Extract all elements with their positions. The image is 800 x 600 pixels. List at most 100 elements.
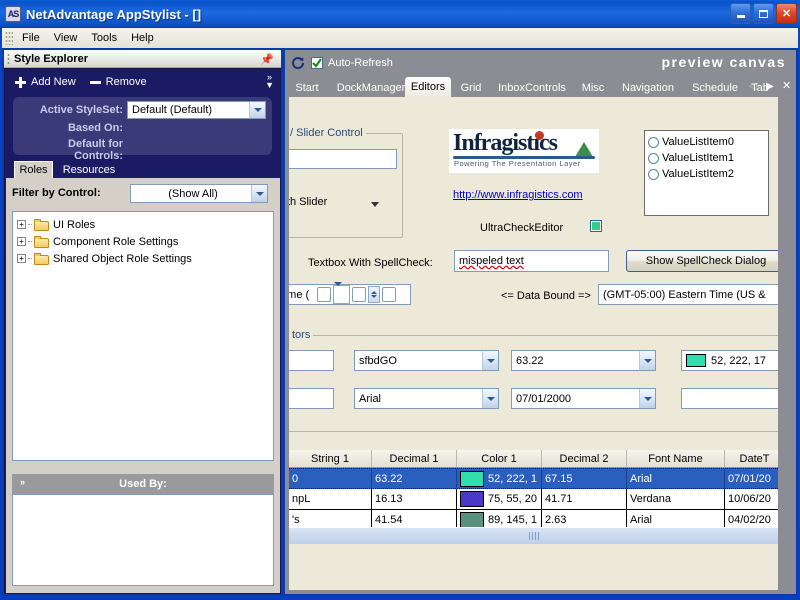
close-button[interactable]: ✕ <box>776 3 797 24</box>
menu-grip[interactable] <box>5 31 13 45</box>
tab-grid[interactable]: Grid <box>451 78 491 97</box>
spellcheck-textbox[interactable]: mispeled text <box>454 250 609 272</box>
grid-cell-fontname[interactable]: Verdana <box>627 489 725 509</box>
grid-cell-color[interactable]: 75, 55, 20 <box>457 489 542 509</box>
grid-header-cell[interactable]: DateT <box>725 450 778 467</box>
grid-header-cell[interactable]: Font Name <box>627 450 725 467</box>
menu-item-view[interactable]: View <box>47 30 85 46</box>
chevron-down-icon[interactable] <box>251 185 267 202</box>
tree-item-shared-object-role-settings[interactable]: + Shared Object Role Settings <box>13 250 273 267</box>
minimize-button[interactable] <box>730 3 751 24</box>
timezone-editor-right[interactable]: (GMT-05:00) Eastern Time (US & <box>598 284 778 305</box>
ultracheck-editor-checkbox[interactable] <box>590 220 602 232</box>
tab-inboxcontrols[interactable]: InboxControls <box>489 78 575 97</box>
editor-text-3[interactable]: _ <box>681 388 778 409</box>
grid-cell-string[interactable]: npL <box>289 489 372 509</box>
grid-header-cell[interactable]: String 1 <box>289 450 372 467</box>
editors-sample-form: / Slider Control 50 % utton with Slider … <box>289 97 778 590</box>
table-row[interactable]: npL 16.13 75, 55, 20 41.71 Verdana 10/06… <box>289 489 778 510</box>
show-spellcheck-dialog-button[interactable]: Show SpellCheck Dialog <box>626 250 778 272</box>
tab-roles[interactable]: Roles <box>14 161 53 178</box>
radio-icon[interactable] <box>648 153 659 164</box>
grid-cell-decimal2[interactable]: 41.71 <box>542 489 627 509</box>
expand-icon[interactable]: + <box>17 220 26 229</box>
radio-icon[interactable] <box>648 169 659 180</box>
chevron-double-down-icon[interactable]: » <box>20 478 25 486</box>
toolbar-overflow-icon[interactable]: »▼ <box>265 73 274 89</box>
timezone-button-1[interactable] <box>317 287 331 302</box>
editor-combo-date[interactable]: 07/01/2000 <box>511 388 656 409</box>
tab-close-button[interactable]: ✕ <box>782 81 791 91</box>
active-styleset-combo[interactable]: Default (Default) <box>127 101 266 119</box>
grid-horizontal-scrollbar[interactable] <box>289 527 778 544</box>
pin-icon[interactable]: 📌 <box>260 53 274 66</box>
roles-tree[interactable]: + UI Roles + Component Role Settings <box>12 211 274 461</box>
spinner-buttons[interactable] <box>368 286 380 303</box>
auto-refresh-checkbox[interactable] <box>311 57 323 69</box>
radio-icon[interactable] <box>648 137 659 148</box>
tab-misc[interactable]: Misc <box>573 78 613 97</box>
grid-header-cell[interactable]: Color 1 <box>457 450 542 467</box>
editor-text-2[interactable]: _67.15 <box>289 388 334 409</box>
filter-by-control-combo[interactable]: (Show All) <box>130 184 268 203</box>
grid-cell-datetime[interactable]: 10/06/20 <box>725 489 778 509</box>
button-with-slider-dropdown-icon[interactable] <box>371 202 379 207</box>
add-new-button[interactable]: Add New <box>15 76 76 88</box>
editor-combo-fontname[interactable]: Arial <box>354 388 499 409</box>
tree-connector <box>28 258 32 259</box>
value-list-item-1[interactable]: ValueListItem1 <box>648 150 768 166</box>
data-grid[interactable]: String 1 Decimal 1 Color 1 Decimal 2 Fon… <box>289 450 778 531</box>
menu-item-file[interactable]: File <box>15 30 47 46</box>
progress-slider-editor[interactable]: 50 % <box>289 149 397 169</box>
refresh-icon[interactable] <box>291 56 305 70</box>
expand-icon[interactable]: + <box>17 254 26 263</box>
tree-item-ui-roles[interactable]: + UI Roles <box>13 216 273 233</box>
window-title: NetAdvantage AppStylist - [] <box>26 7 201 22</box>
used-by-list[interactable] <box>12 494 274 586</box>
tab-prev-button[interactable]: ◁ <box>749 82 757 92</box>
chevron-down-icon[interactable] <box>482 389 498 408</box>
button-with-slider-label[interactable]: utton with Slider <box>289 196 327 208</box>
grid-header-cell[interactable]: Decimal 1 <box>372 450 457 467</box>
tab-start[interactable]: Start <box>287 78 327 97</box>
table-row[interactable]: 0 63.22 52, 222, 1 67.15 Arial 07/01/20 <box>289 468 778 489</box>
grid-cell-decimal1[interactable]: 63.22 <box>372 469 457 488</box>
chevron-down-icon[interactable] <box>333 285 350 304</box>
timezone-button-3[interactable] <box>382 287 396 302</box>
editor-text-1[interactable] <box>289 350 334 371</box>
preview-canvas-panel: Auto-Refresh preview canvas Start DockMa… <box>285 50 796 594</box>
grid-cell-datetime[interactable]: 07/01/20 <box>725 469 778 488</box>
grid-cell-decimal2[interactable]: 67.15 <box>542 469 627 488</box>
remove-button[interactable]: Remove <box>90 76 147 88</box>
tab-dockmanager[interactable]: DockManager <box>327 78 415 97</box>
value-list-item-2[interactable]: ValueListItem2 <box>648 166 768 182</box>
menu-item-tools[interactable]: Tools <box>84 30 124 46</box>
chevron-down-icon[interactable] <box>639 389 655 408</box>
chevron-down-icon[interactable] <box>639 351 655 370</box>
tab-editors[interactable]: Editors <box>405 77 451 97</box>
chevron-down-icon[interactable] <box>482 351 498 370</box>
timezone-editor-left[interactable]: astern Time ( <box>289 284 411 305</box>
editor-color-picker[interactable]: 52, 222, 17 <box>681 350 778 371</box>
timezone-button-2[interactable] <box>352 287 366 302</box>
tab-resources[interactable]: Resources <box>56 162 122 178</box>
grid-cell-decimal1[interactable]: 16.13 <box>372 489 457 509</box>
tab-schedule[interactable]: Schedule <box>683 78 747 97</box>
value-list-panel[interactable]: ValueListItem0 ValueListItem1 ValueListI… <box>644 130 769 216</box>
chevron-down-icon[interactable] <box>249 102 265 118</box>
menu-item-help[interactable]: Help <box>124 30 161 46</box>
maximize-button[interactable] <box>753 3 774 24</box>
grid-header-cell[interactable]: Decimal 2 <box>542 450 627 467</box>
infragistics-link[interactable]: http://www.infragistics.com <box>453 189 583 201</box>
editor-combo-decimal[interactable]: 63.22 <box>511 350 656 371</box>
editor-combo-font-sample[interactable]: sfbdGO <box>354 350 499 371</box>
expand-icon[interactable]: + <box>17 237 26 246</box>
tab-navigation[interactable]: Navigation <box>611 78 685 97</box>
grid-cell-fontname[interactable]: Arial <box>627 469 725 488</box>
tab-next-button[interactable]: ▶ <box>766 82 774 92</box>
value-list-item-0[interactable]: ValueListItem0 <box>648 134 768 150</box>
tree-item-component-role-settings[interactable]: + Component Role Settings <box>13 233 273 250</box>
grid-cell-color[interactable]: 52, 222, 1 <box>457 469 542 488</box>
grid-cell-string[interactable]: 0 <box>289 469 372 488</box>
panel-grip[interactable] <box>7 53 10 64</box>
